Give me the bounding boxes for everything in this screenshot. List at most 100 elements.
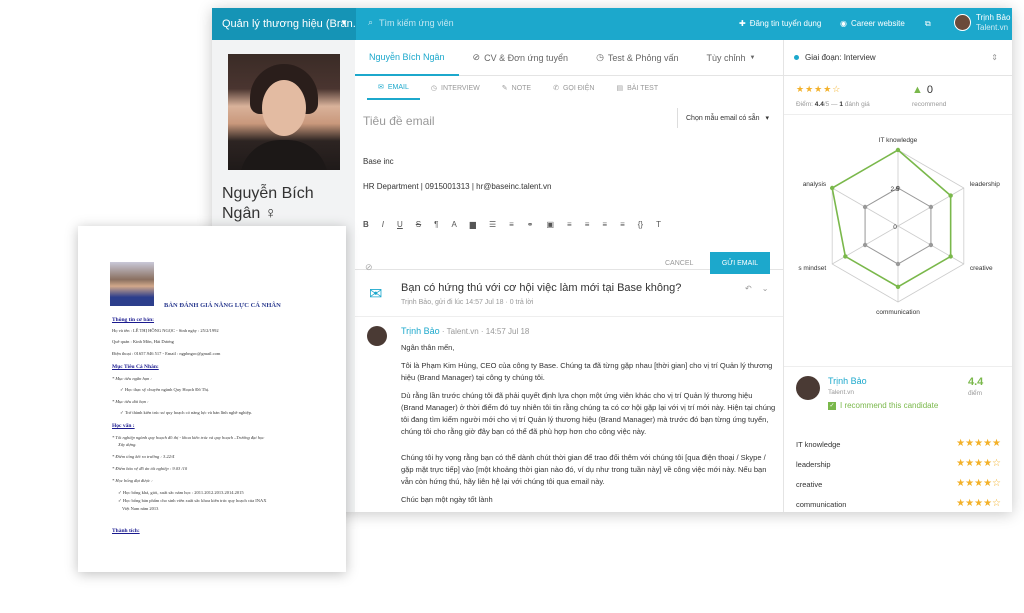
clock-icon: ◷ bbox=[430, 85, 437, 92]
rating-stars: ★★★★☆ bbox=[796, 84, 842, 94]
search-input[interactable]: ⌕ Tìm kiếm ứng viên bbox=[368, 17, 454, 28]
subtab-test[interactable]: ▤ BÀI TEST bbox=[605, 76, 669, 100]
external-link-icon[interactable]: ⧉ bbox=[925, 19, 931, 29]
tab-cv[interactable]: ⊘ CV & Đơn ứng tuyển bbox=[459, 40, 583, 76]
user-menu[interactable]: Trịnh Bảo Talent.vn bbox=[976, 13, 1010, 33]
sender-avatar bbox=[367, 326, 387, 346]
sender-name[interactable]: Trịnh Bảo bbox=[401, 326, 440, 336]
email-paragraph: Dù rằng lần trước chúng tôi đã phải quyế… bbox=[401, 391, 776, 436]
criterion-label: communication bbox=[796, 500, 847, 509]
criterion-stars: ★★★★★ bbox=[956, 438, 1001, 449]
cv-line: * Học bổng đạt được : bbox=[112, 478, 153, 483]
chevron-down-icon: ▼ bbox=[340, 18, 348, 27]
cv-line: ✓ Học thạc sỹ chuyên ngành Quy Hoạch Đô … bbox=[120, 387, 210, 392]
cv-photo bbox=[110, 262, 154, 306]
cv-line: Việt Nam năm 2013 bbox=[122, 506, 159, 511]
plus-icon: ✚ bbox=[739, 19, 746, 28]
font-color-icon[interactable]: A bbox=[451, 220, 456, 229]
score-label: Điểm: bbox=[796, 101, 815, 108]
image-icon[interactable]: ▣ bbox=[546, 220, 554, 229]
code-icon[interactable]: {} bbox=[638, 220, 643, 229]
cv-section-heading: Mục Tiêu Cá Nhân: bbox=[112, 364, 159, 370]
email-body-line[interactable]: Base inc bbox=[363, 157, 394, 166]
bold-icon[interactable]: B bbox=[363, 220, 369, 229]
radar-tick-label: 2.5 bbox=[890, 186, 899, 193]
email-body: Ngân thân mến, Tôi là Phạm Kim Hùng, CEO… bbox=[401, 342, 776, 512]
criterion-label: leadership bbox=[796, 460, 831, 469]
stage-selector[interactable]: Giai đoạn: Interview ⇕ bbox=[783, 40, 1012, 76]
cv-document: BẢN ĐÁNH GIÁ NĂNG LỰC CÁ NHÂN Thông tin … bbox=[78, 226, 346, 572]
email-body-line[interactable]: HR Department | 0915001313 | hr@baseinc.… bbox=[363, 182, 551, 191]
subtab-note[interactable]: ✎ NOTE bbox=[491, 76, 542, 100]
email-greeting: Ngân thân mến, bbox=[401, 343, 455, 352]
highlight-icon[interactable]: ▆ bbox=[470, 220, 476, 229]
thumbs-up-icon: ▲ bbox=[912, 84, 923, 96]
criterion-row: creative ★★★★☆ bbox=[796, 479, 1001, 490]
align-center-icon[interactable]: ≡ bbox=[585, 220, 590, 229]
thread-meta: Trịnh Bảo, gửi đi lúc 14:57 Jul 18 · 0 t… bbox=[401, 299, 534, 306]
clear-format-icon[interactable]: T bbox=[656, 220, 661, 229]
sender-line: Trịnh Bảo · Talent.vn · 14:57 Jul 18 bbox=[401, 326, 529, 336]
job-selector[interactable]: Quản lý thương hiệu (Bran... ▼ bbox=[212, 8, 356, 40]
radar-point bbox=[829, 185, 835, 191]
radar-point bbox=[928, 242, 934, 248]
criterion-label: creative bbox=[796, 480, 823, 489]
thread-subject[interactable]: Bạn có hứng thú với cơ hội việc làm mới … bbox=[401, 282, 681, 294]
cancel-button[interactable]: CANCEL bbox=[665, 260, 693, 267]
radar-point bbox=[948, 193, 953, 198]
chevron-down-icon[interactable]: ⌄ bbox=[762, 284, 769, 293]
cv-title: BẢN ĐÁNH GIÁ NĂNG LỰC CÁ NHÂN bbox=[164, 302, 281, 309]
tab-label: Nguyễn Bích Ngân bbox=[369, 51, 445, 62]
activity-tabs: ✉ EMAIL ◷ INTERVIEW ✎ NOTE ✆ GỌI ĐIỆN ▤ BÀI T… bbox=[355, 76, 783, 100]
underline-icon[interactable]: U bbox=[397, 220, 403, 229]
tab-label: CV & Đơn ứng tuyển bbox=[484, 52, 569, 63]
subtab-call[interactable]: ✆ GỌI ĐIỆN bbox=[542, 76, 605, 100]
cv-line: Xây dựng. bbox=[118, 442, 137, 447]
tab-custom[interactable]: Tùy chỉnh ▼ bbox=[692, 40, 769, 76]
top-bar: Quản lý thương hiệu (Bran... ▼ ⌕ Tìm kiế… bbox=[212, 8, 1012, 40]
template-label: Chọn mẫu email có sẵn bbox=[686, 114, 760, 122]
link-icon[interactable]: ⚭ bbox=[527, 220, 534, 229]
criterion-row: IT knowledge ★★★★★ bbox=[796, 438, 1001, 450]
criterion-stars: ★★★★☆ bbox=[956, 498, 1001, 509]
italic-icon[interactable]: I bbox=[382, 220, 384, 229]
tab-candidate[interactable]: Nguyễn Bích Ngân bbox=[355, 40, 459, 76]
subtab-interview[interactable]: ◷ INTERVIEW bbox=[420, 76, 491, 100]
recommend-flag: ✓ I recommend this candidate bbox=[828, 401, 938, 410]
subject-input[interactable]: Tiêu đề email bbox=[363, 114, 435, 128]
career-website-label: Career website bbox=[850, 19, 905, 28]
user-avatar[interactable] bbox=[954, 14, 971, 31]
post-job-button[interactable]: ✚ Đăng tin tuyển dụng bbox=[739, 19, 821, 28]
subtab-label: NOTE bbox=[511, 84, 532, 92]
subtab-label: GỌI ĐIỆN bbox=[562, 84, 595, 92]
cv-line: * Mục tiêu dài hạn : bbox=[112, 399, 149, 404]
pencil-icon: ✎ bbox=[501, 85, 508, 92]
justify-icon[interactable]: ≡ bbox=[620, 220, 625, 229]
strikethrough-icon[interactable]: S bbox=[416, 220, 421, 229]
reviewer-avatar bbox=[796, 376, 820, 400]
tab-test-interview[interactable]: ◷ Test & Phỏng vấn bbox=[582, 40, 692, 76]
reviewer-score: 4.4 bbox=[968, 376, 984, 388]
reply-icon[interactable]: ↶ bbox=[745, 284, 752, 293]
rating-count-suffix: đánh giá bbox=[843, 101, 870, 108]
paragraph-icon[interactable]: ¶ bbox=[434, 220, 438, 229]
radar-axis-label: s mindset bbox=[798, 265, 826, 272]
career-website-link[interactable]: ◉ Career website bbox=[840, 19, 905, 28]
email-thread: ✉ Bạn có hứng thú với cơ hội việc làm mớ… bbox=[355, 270, 783, 512]
email-paragraph: Chúc bạn một ngày tốt lành bbox=[401, 495, 493, 504]
align-left-icon[interactable]: ≡ bbox=[567, 220, 572, 229]
radar-point bbox=[895, 147, 901, 153]
format-toolbar: B I U S ¶ A ▆ ☰ ≡ ⚭ ▣ ≡ ≡ ≡ ≡ {} T bbox=[363, 220, 661, 229]
subtab-email[interactable]: ✉ EMAIL bbox=[367, 76, 420, 100]
rating-meta: Điểm: 4.4/5 — 1 đánh giá bbox=[796, 101, 870, 108]
align-right-icon[interactable]: ≡ bbox=[602, 220, 607, 229]
radar-axis-label: analysis bbox=[803, 181, 827, 188]
numbered-list-icon[interactable]: ≡ bbox=[509, 220, 514, 229]
cv-line: ✓ Học bổng bản phẩm cho sinh viên xuất s… bbox=[118, 498, 267, 503]
bullet-list-icon[interactable]: ☰ bbox=[489, 220, 496, 229]
template-select[interactable]: Chọn mẫu email có sẵn ▾ bbox=[677, 108, 777, 128]
radar-point bbox=[895, 261, 901, 267]
score-value: 4.4 bbox=[814, 101, 824, 108]
reviewer-name[interactable]: Trịnh Bảo bbox=[828, 376, 867, 386]
subtab-label: BÀI TEST bbox=[627, 84, 659, 92]
